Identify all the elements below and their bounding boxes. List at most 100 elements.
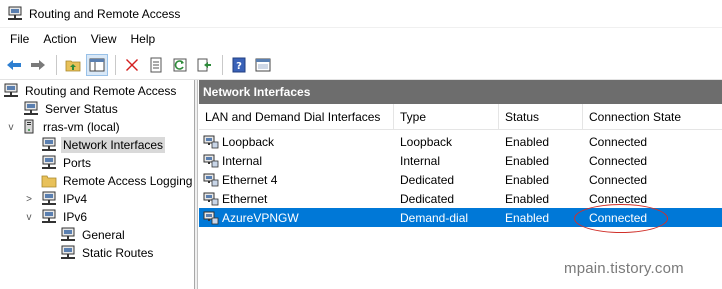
table-row[interactable]: Loopback Loopback Enabled Connected bbox=[199, 132, 722, 151]
interface-name: Ethernet bbox=[222, 191, 268, 206]
properties-icon bbox=[150, 57, 162, 72]
interface-type: Loopback bbox=[400, 134, 453, 149]
panel-title: Network Interfaces bbox=[199, 80, 722, 104]
interface-type: Demand-dial bbox=[400, 210, 469, 225]
console-button[interactable] bbox=[252, 54, 274, 76]
show-hide-console-tree-button[interactable] bbox=[86, 53, 108, 76]
ipv4-icon bbox=[42, 191, 56, 205]
interface-status: Enabled bbox=[505, 172, 550, 187]
table-row[interactable]: Ethernet 4 Dedicated Enabled Connected bbox=[199, 170, 722, 189]
menu-help[interactable]: Help bbox=[124, 30, 163, 48]
tree-item-ipv4[interactable]: > IPv4 bbox=[23, 190, 89, 208]
window-title: Routing and Remote Access bbox=[29, 6, 181, 21]
ipv6-icon bbox=[42, 209, 56, 223]
toolbar-separator bbox=[115, 54, 116, 75]
interface-name: Internal bbox=[222, 153, 263, 168]
interface-status: Enabled bbox=[505, 153, 550, 168]
interface-status: Enabled bbox=[505, 210, 550, 225]
demand-dial-interface-icon bbox=[203, 211, 219, 224]
tree-item-label: IPv4 bbox=[63, 192, 88, 206]
console-icon bbox=[255, 58, 271, 71]
delete-icon bbox=[126, 58, 138, 71]
menu-file[interactable]: File bbox=[3, 30, 36, 48]
tree-item-server-status[interactable]: Server Status bbox=[23, 100, 120, 118]
pane-splitter[interactable] bbox=[195, 80, 198, 289]
column-header-connection-state[interactable]: Connection State bbox=[583, 104, 722, 130]
network-interface-icon bbox=[203, 135, 219, 148]
forward-arrow-icon bbox=[31, 59, 45, 70]
tree-item-ports[interactable]: Ports bbox=[41, 154, 93, 172]
tree-item-remote-access-logging[interactable]: Remote Access Logging bbox=[41, 172, 194, 190]
back-button[interactable] bbox=[3, 54, 25, 76]
menu-view[interactable]: View bbox=[84, 30, 124, 48]
server-icon bbox=[24, 119, 34, 134]
tree-item-rras-vm[interactable]: v rras-vm (local) bbox=[5, 118, 122, 136]
tree-item-rras-root[interactable]: Routing and Remote Access bbox=[3, 82, 178, 100]
interface-type: Dedicated bbox=[400, 172, 455, 187]
svg-text:?: ? bbox=[236, 61, 242, 72]
chevron-right-icon[interactable]: > bbox=[23, 194, 35, 205]
connection-state: Connected bbox=[589, 172, 648, 187]
interface-name-cell: Ethernet bbox=[203, 189, 267, 208]
help-button[interactable]: ? bbox=[228, 54, 250, 76]
tree-item-label: Ports bbox=[63, 156, 92, 170]
server-status-icon bbox=[24, 101, 38, 115]
interface-status: Enabled bbox=[505, 191, 550, 206]
show-hide-tree-icon bbox=[89, 58, 105, 71]
refresh-button[interactable] bbox=[169, 54, 191, 76]
delete-button[interactable] bbox=[121, 54, 143, 76]
column-header-status[interactable]: Status bbox=[499, 104, 583, 130]
network-interface-icon bbox=[203, 192, 219, 205]
network-interface-icon bbox=[203, 154, 219, 167]
toolbar-separator bbox=[222, 54, 223, 75]
export-list-button[interactable] bbox=[193, 54, 215, 76]
tree-item-general[interactable]: General bbox=[60, 226, 127, 244]
toolbar-separator bbox=[56, 54, 57, 75]
ports-icon bbox=[42, 155, 56, 169]
connection-state: Connected bbox=[589, 153, 648, 168]
column-header-interfaces[interactable]: LAN and Demand Dial Interfaces bbox=[199, 104, 394, 130]
chevron-down-icon[interactable]: v bbox=[23, 212, 35, 223]
tree-item-label: Network Interfaces bbox=[61, 137, 166, 153]
title-bar: Routing and Remote Access bbox=[0, 0, 722, 28]
chevron-down-icon[interactable]: v bbox=[5, 122, 17, 133]
tree-item-static-routes[interactable]: Static Routes bbox=[60, 244, 155, 262]
connection-state: Connected bbox=[589, 134, 648, 149]
tree-item-label: IPv6 bbox=[63, 210, 88, 224]
interface-name-cell: Internal bbox=[203, 151, 262, 170]
properties-button[interactable] bbox=[145, 54, 167, 76]
interface-name-cell: Loopback bbox=[203, 132, 274, 151]
interface-name-cell: AzureVPNGW bbox=[203, 208, 299, 227]
table-row[interactable]: Internal Internal Enabled Connected bbox=[199, 151, 722, 170]
tree-item-label: Server Status bbox=[45, 102, 118, 116]
column-headers: LAN and Demand Dial Interfaces Type Stat… bbox=[199, 104, 722, 130]
help-icon: ? bbox=[232, 57, 246, 72]
interface-type: Dedicated bbox=[400, 191, 455, 206]
network-interface-icon bbox=[203, 173, 219, 186]
column-header-type[interactable]: Type bbox=[394, 104, 499, 130]
tree-item-network-interfaces[interactable]: Network Interfaces bbox=[41, 136, 166, 154]
up-folder-icon bbox=[65, 60, 81, 71]
up-one-level-button[interactable] bbox=[62, 54, 84, 76]
rras-app-icon bbox=[8, 6, 22, 20]
tree-item-label: Static Routes bbox=[82, 246, 154, 260]
watermark: mpain.tistory.com bbox=[564, 260, 684, 277]
export-list-icon bbox=[197, 58, 211, 71]
interface-name: Loopback bbox=[222, 134, 275, 149]
forward-button[interactable] bbox=[27, 54, 49, 76]
tree-item-ipv6[interactable]: v IPv6 bbox=[23, 208, 89, 226]
interface-status: Enabled bbox=[505, 134, 550, 149]
tree-item-label: Routing and Remote Access bbox=[25, 84, 177, 98]
toolbar: ? bbox=[0, 50, 722, 80]
interface-name: AzureVPNGW bbox=[222, 210, 299, 225]
tree-item-label: rras-vm (local) bbox=[43, 120, 120, 134]
interface-name-cell: Ethernet 4 bbox=[203, 170, 277, 189]
tree-item-label: Remote Access Logging bbox=[63, 174, 193, 188]
annotation-ellipse bbox=[574, 204, 668, 233]
network-interfaces-icon bbox=[42, 137, 56, 151]
interface-type: Internal bbox=[400, 153, 441, 168]
results-pane: Network Interfaces LAN and Demand Dial I… bbox=[199, 80, 722, 289]
tree-item-label: General bbox=[82, 228, 125, 242]
menu-action[interactable]: Action bbox=[36, 30, 83, 48]
rras-icon bbox=[4, 83, 18, 97]
